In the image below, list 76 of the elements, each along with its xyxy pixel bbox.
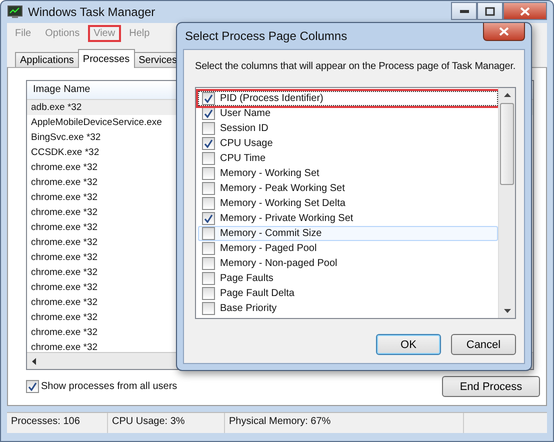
column-option[interactable]: CPU Usage: [198, 136, 498, 151]
column-label: PID (Process Identifier): [220, 93, 324, 104]
column-option[interactable]: Memory - Paged Pool: [198, 241, 498, 256]
checkbox[interactable]: [202, 287, 215, 300]
up-arrow-icon: [504, 93, 510, 97]
checkbox-label: Show processes from all users: [41, 381, 178, 392]
checkbox[interactable]: [202, 182, 215, 195]
show-all-users-checkbox[interactable]: Show processes from all users: [26, 380, 178, 393]
column-option[interactable]: CPU Time: [198, 151, 498, 166]
monitor-icon: [7, 5, 23, 19]
column-label: Memory - Peak Working Set: [220, 183, 345, 194]
column-label: Memory - Non-paged Pool: [220, 258, 338, 269]
checkbox[interactable]: [202, 302, 215, 315]
column-label: CPU Usage: [220, 138, 273, 149]
column-label: CPU Time: [220, 153, 266, 164]
tab[interactable]: Processes: [78, 49, 135, 68]
checkbox[interactable]: [26, 380, 39, 393]
column-option[interactable]: Memory - Peak Working Set: [198, 181, 498, 196]
checkbox[interactable]: [202, 197, 215, 210]
column-option[interactable]: Page Faults: [198, 271, 498, 286]
column-option[interactable]: Session ID: [198, 121, 498, 136]
vertical-scrollbar[interactable]: [498, 88, 515, 318]
minimize-button[interactable]: [451, 2, 477, 20]
column-label: User Name: [220, 108, 271, 119]
checkbox[interactable]: [202, 257, 215, 270]
column-label: Memory - Working Set: [220, 168, 320, 179]
checkbox[interactable]: [202, 122, 215, 135]
window-title: Windows Task Manager: [28, 5, 156, 19]
end-process-button[interactable]: End Process: [442, 376, 540, 397]
checkbox[interactable]: [202, 92, 215, 105]
status-field: CPU Usage: 3%: [108, 413, 225, 433]
close-icon: [520, 6, 530, 16]
column-label: Page Fault Delta: [220, 288, 294, 299]
status-field: Physical Memory: 67%: [225, 413, 464, 433]
checkbox[interactable]: [202, 212, 215, 225]
column-option[interactable]: PID (Process Identifier): [198, 91, 498, 106]
close-button[interactable]: [503, 2, 547, 20]
column-option[interactable]: Memory - Private Working Set: [198, 211, 498, 226]
checkbox[interactable]: [202, 167, 215, 180]
column-option[interactable]: Memory - Commit Size: [198, 226, 498, 241]
column-option[interactable]: Memory - Working Set Delta: [198, 196, 498, 211]
scroll-thumb[interactable]: [500, 103, 514, 185]
checkbox[interactable]: [202, 107, 215, 120]
down-arrow-icon: [504, 309, 510, 313]
checkbox[interactable]: [202, 152, 215, 165]
column-label: Memory - Working Set Delta: [220, 198, 346, 209]
checkmark-icon: [204, 214, 213, 223]
tab[interactable]: Applications: [15, 52, 79, 68]
close-button[interactable]: [483, 23, 525, 41]
checkmark-icon: [204, 139, 213, 148]
dialog-title: Select Process Page Columns: [185, 29, 348, 43]
column-label: Memory - Paged Pool: [220, 243, 317, 254]
checkbox[interactable]: [202, 137, 215, 150]
checkbox[interactable]: [202, 227, 215, 240]
column-option[interactable]: Base Priority: [198, 301, 498, 316]
column-option[interactable]: Memory - Non-paged Pool: [198, 256, 498, 271]
close-icon: [499, 27, 509, 36]
column-label: Session ID: [220, 123, 268, 134]
dialog-button[interactable]: OK: [376, 334, 441, 355]
maximize-button[interactable]: [477, 2, 503, 20]
maximize-icon: [485, 6, 495, 16]
checkmark-icon: [28, 382, 37, 391]
column-option[interactable]: User Name: [198, 106, 498, 121]
column-label: Base Priority: [220, 303, 277, 314]
column-option[interactable]: Page Fault Delta: [198, 286, 498, 301]
checkbox[interactable]: [202, 242, 215, 255]
left-arrow-icon: [32, 358, 37, 364]
status-field: Processes: 106: [7, 413, 108, 433]
checkbox[interactable]: [202, 272, 215, 285]
minimize-icon: [460, 9, 468, 13]
column-option[interactable]: Memory - Working Set: [198, 166, 498, 181]
column-label: Memory - Private Working Set: [220, 213, 354, 224]
dialog-button[interactable]: Cancel: [451, 334, 516, 355]
column-label: Page Faults: [220, 273, 274, 284]
instruction-text: Select the columns that will appear on the Process page of Task Manager.: [195, 60, 516, 73]
column-label: Memory - Commit Size: [220, 228, 322, 239]
